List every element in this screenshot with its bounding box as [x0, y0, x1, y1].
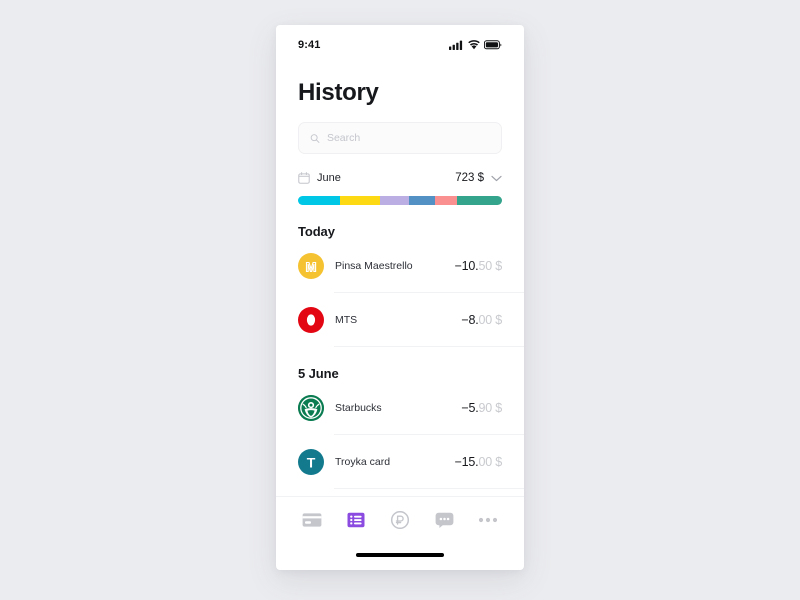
- amount-fraction: 00 $: [478, 455, 502, 469]
- transaction-name: Troyka card: [335, 456, 391, 468]
- month-total-amount: 723 $: [455, 172, 484, 184]
- month-label: June: [317, 172, 341, 184]
- amount-integer: −8.: [461, 313, 479, 327]
- transaction-amount: −8.00 $: [461, 313, 502, 327]
- spending-breakdown-bar: [298, 196, 502, 205]
- breakdown-segment: [434, 196, 458, 205]
- svg-text:T: T: [307, 455, 316, 471]
- breakdown-segment: [379, 196, 410, 205]
- search-icon: [310, 133, 320, 143]
- transaction-row[interactable]: Starbucks −5.90 $: [276, 381, 524, 435]
- starbucks-logo: [298, 395, 324, 421]
- amount-fraction: 00 $: [478, 313, 502, 327]
- tab-payments[interactable]: [383, 503, 417, 537]
- amount-integer: −15.: [454, 455, 479, 469]
- transaction-amount: −10.50 $: [454, 259, 503, 273]
- transaction-name: Pinsa Maestrello: [335, 260, 413, 272]
- troyka-card-logo: T: [298, 449, 324, 475]
- breakdown-segment: [298, 196, 340, 205]
- status-bar: 9:41: [276, 25, 524, 59]
- mts-logo: [298, 307, 324, 333]
- tab-more[interactable]: [471, 503, 505, 537]
- list-icon: [347, 512, 365, 527]
- home-indicator: [356, 553, 444, 557]
- transaction-row[interactable]: T Troyka card −15.00 $: [276, 435, 524, 489]
- breakdown-segment: [409, 196, 435, 205]
- more-dots-icon: [478, 517, 498, 522]
- tab-chat[interactable]: [427, 503, 461, 537]
- transaction-amount: −15.00 $: [454, 455, 503, 469]
- pinsa-maestrello-logo: M: [298, 253, 324, 279]
- battery-icon: [484, 40, 502, 50]
- calendar-icon: [298, 172, 310, 184]
- svg-text:M: M: [306, 259, 317, 274]
- bottom-tab-bar: [276, 496, 524, 542]
- transaction-name: Starbucks: [335, 402, 382, 414]
- ruble-coin-icon: [391, 510, 409, 529]
- status-bar-icons: [449, 40, 502, 50]
- breakdown-segment: [457, 196, 502, 205]
- amount-integer: −10.: [454, 259, 479, 273]
- cellular-signal-icon: [449, 40, 463, 50]
- breakdown-segment: [339, 196, 380, 205]
- wifi-icon: [468, 40, 480, 50]
- amount-fraction: 50 $: [478, 259, 502, 273]
- transaction-amount: −5.90 $: [461, 401, 502, 415]
- credit-card-icon: [302, 512, 322, 527]
- search-field[interactable]: [298, 122, 502, 154]
- amount-integer: −5.: [461, 401, 479, 415]
- chat-bubble-icon: [435, 512, 453, 528]
- status-bar-time: 9:41: [298, 39, 321, 51]
- tab-history[interactable]: [339, 503, 373, 537]
- tab-cards[interactable]: [295, 503, 329, 537]
- transaction-row[interactable]: MTS −8.00 $: [276, 293, 524, 347]
- transaction-row[interactable]: M Pinsa Maestrello −10.50 $: [276, 239, 524, 293]
- transaction-list: Today M Pinsa Maestrello −10.50 $ MTS −8.00 $…: [276, 224, 524, 489]
- search-input[interactable]: [326, 132, 490, 144]
- transaction-name: MTS: [335, 314, 358, 326]
- page-title: History: [298, 79, 379, 106]
- chevron-down-icon[interactable]: [491, 175, 502, 182]
- phone-frame: 9:41 History Search June 723 $ Today M P…: [276, 25, 524, 570]
- section-title: 5 June: [298, 366, 339, 381]
- section-title: Today: [298, 224, 335, 239]
- amount-fraction: 90 $: [478, 401, 502, 415]
- month-selector[interactable]: June 723 $: [298, 169, 502, 187]
